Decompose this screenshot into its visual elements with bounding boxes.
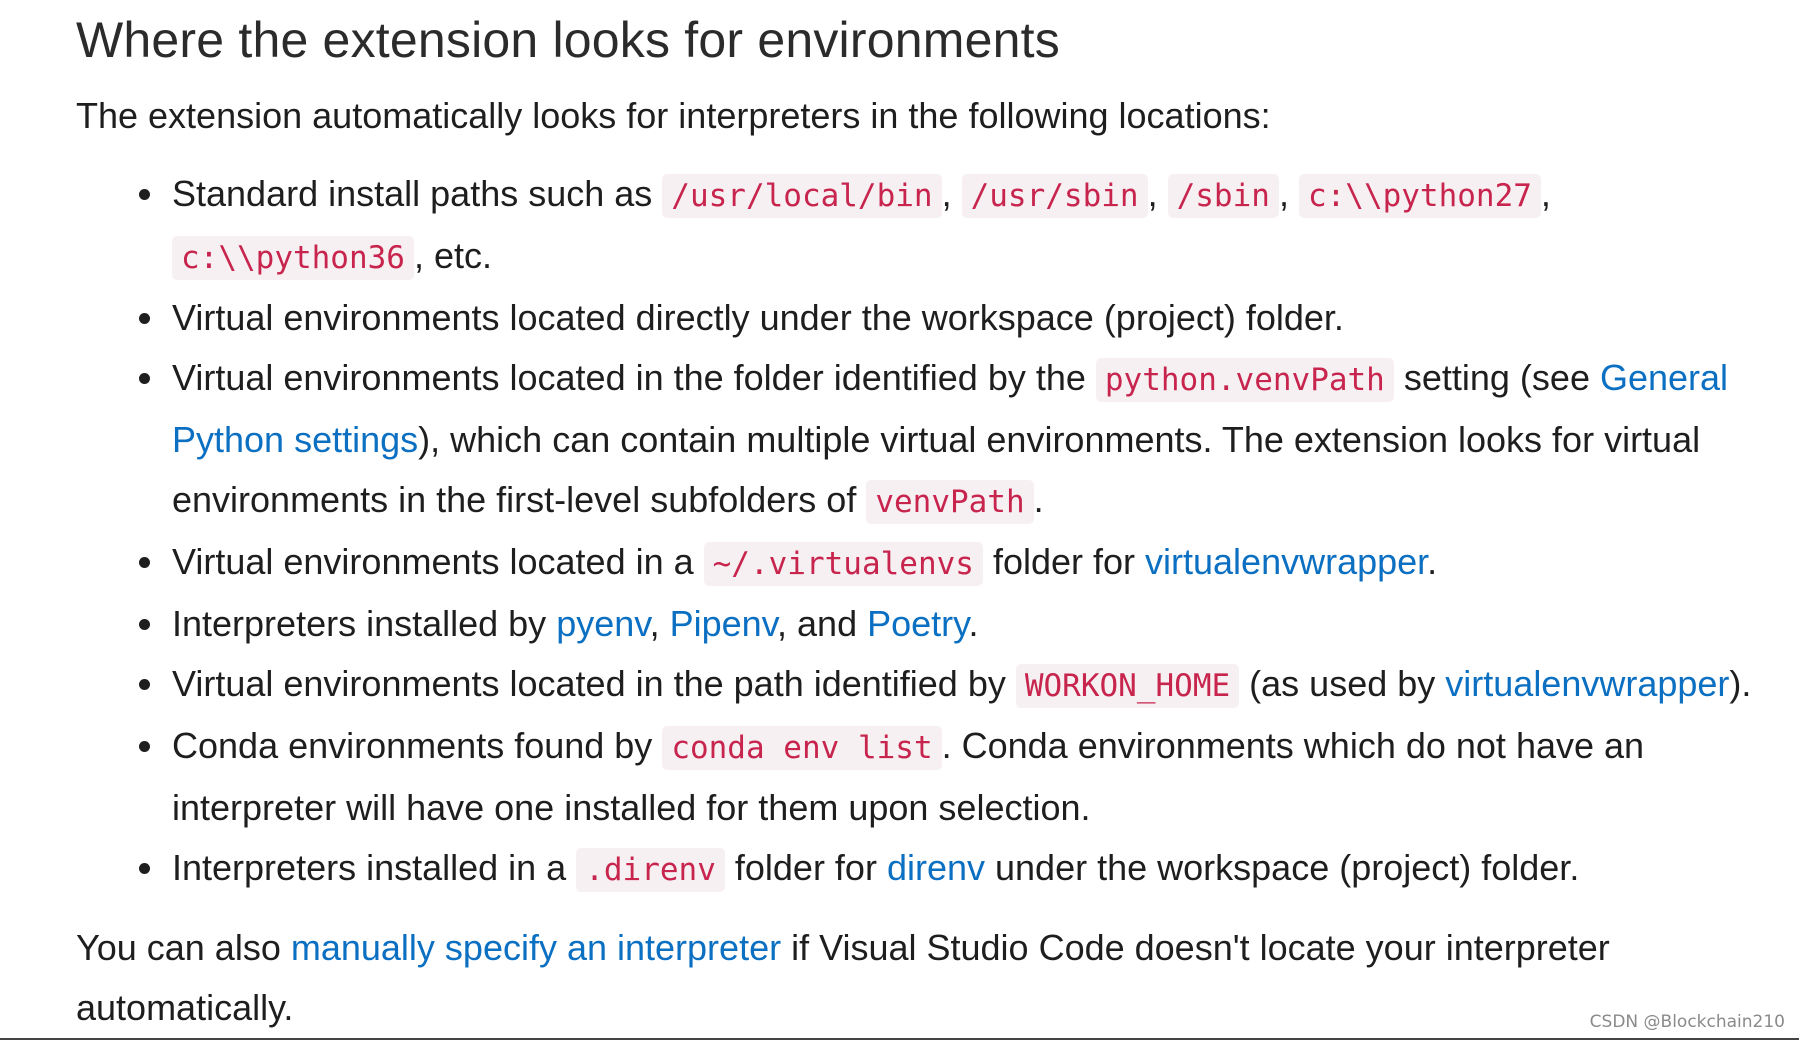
section-heading: Where the extension looks for environmen…: [76, 12, 1060, 68]
item-text: Conda environments found by: [172, 725, 663, 766]
code-venvpath: venvPath: [866, 480, 1034, 524]
link-virtualenvwrapper-2[interactable]: virtualenvwrapper: [1445, 663, 1729, 704]
code-python27: c:\\python27: [1298, 174, 1541, 218]
code-usr-sbin: /usr/sbin: [961, 174, 1148, 218]
watermark: CSDN @Blockchain210: [1589, 1012, 1785, 1032]
list-item-venvpath: Virtual environments located in the fold…: [168, 348, 1776, 532]
item-text: , etc.: [413, 235, 492, 276]
link-virtualenvwrapper[interactable]: virtualenvwrapper: [1145, 541, 1427, 582]
code-python-venvpath: python.venvPath: [1095, 358, 1394, 402]
item-text: ,: [941, 173, 962, 214]
link-pyenv[interactable]: pyenv: [556, 603, 649, 644]
item-text: ,: [1540, 173, 1551, 214]
code-sbin: /sbin: [1167, 174, 1279, 218]
link-poetry[interactable]: Poetry: [867, 603, 968, 644]
outro-paragraph: You can also manually specify an interpr…: [76, 918, 1776, 1038]
code-python36: c:\\python36: [172, 236, 414, 280]
code-conda-env-list: conda env list: [662, 726, 942, 770]
list-item-direnv: Interpreters installed in a .direnv fold…: [168, 838, 1776, 900]
item-text: (as used by: [1239, 663, 1446, 704]
item-text: setting (see: [1393, 357, 1600, 398]
item-text: Virtual environments located in the path…: [172, 663, 1016, 704]
link-direnv[interactable]: direnv: [887, 847, 985, 888]
list-item-standard-paths: Standard install paths such as /usr/loca…: [168, 164, 1776, 288]
locations-list: Standard install paths such as /usr/loca…: [76, 164, 1776, 900]
outro-text: You can also: [76, 927, 291, 968]
item-text: .: [968, 603, 979, 644]
code-direnv: .direnv: [576, 848, 725, 892]
item-text: , and: [777, 603, 868, 644]
code-usr-local-bin: /usr/local/bin: [662, 174, 942, 218]
list-item-workspace-venvs: Virtual environments located directly un…: [168, 288, 1776, 348]
code-workon-home: WORKON_HOME: [1015, 664, 1240, 708]
item-text: ,: [1147, 173, 1168, 214]
item-text: Interpreters installed by: [172, 603, 557, 644]
item-text: Virtual environments located in a: [172, 541, 704, 582]
list-item-tool-interpreters: Interpreters installed by pyenv, Pipenv,…: [168, 594, 1776, 654]
code-virtualenvs: ~/.virtualenvs: [703, 542, 983, 586]
item-text: ,: [649, 603, 670, 644]
item-text: Standard install paths such as: [172, 173, 663, 214]
document-content: Where the extension looks for environmen…: [76, 0, 1776, 1038]
item-text: Virtual environments located directly un…: [172, 297, 1344, 338]
list-item-workon-home: Virtual environments located in the path…: [168, 654, 1776, 716]
item-text: Virtual environments located in the fold…: [172, 357, 1096, 398]
item-text: ,: [1278, 173, 1299, 214]
item-text: folder for: [724, 847, 887, 888]
item-text: .: [1427, 541, 1438, 582]
link-pipenv[interactable]: Pipenv: [670, 603, 777, 644]
intro-paragraph: The extension automatically looks for in…: [76, 95, 1271, 136]
list-item-conda: Conda environments found by conda env li…: [168, 716, 1776, 838]
item-text: folder for: [982, 541, 1146, 582]
item-text: ).: [1729, 663, 1752, 704]
item-text: Interpreters installed in a: [172, 847, 577, 888]
link-manually-specify-interpreter[interactable]: manually specify an interpreter: [291, 927, 781, 968]
list-item-virtualenvs-folder: Virtual environments located in a ~/.vir…: [168, 532, 1776, 594]
item-text: .: [1033, 479, 1044, 520]
item-text: under the workspace (project) folder.: [985, 847, 1580, 888]
